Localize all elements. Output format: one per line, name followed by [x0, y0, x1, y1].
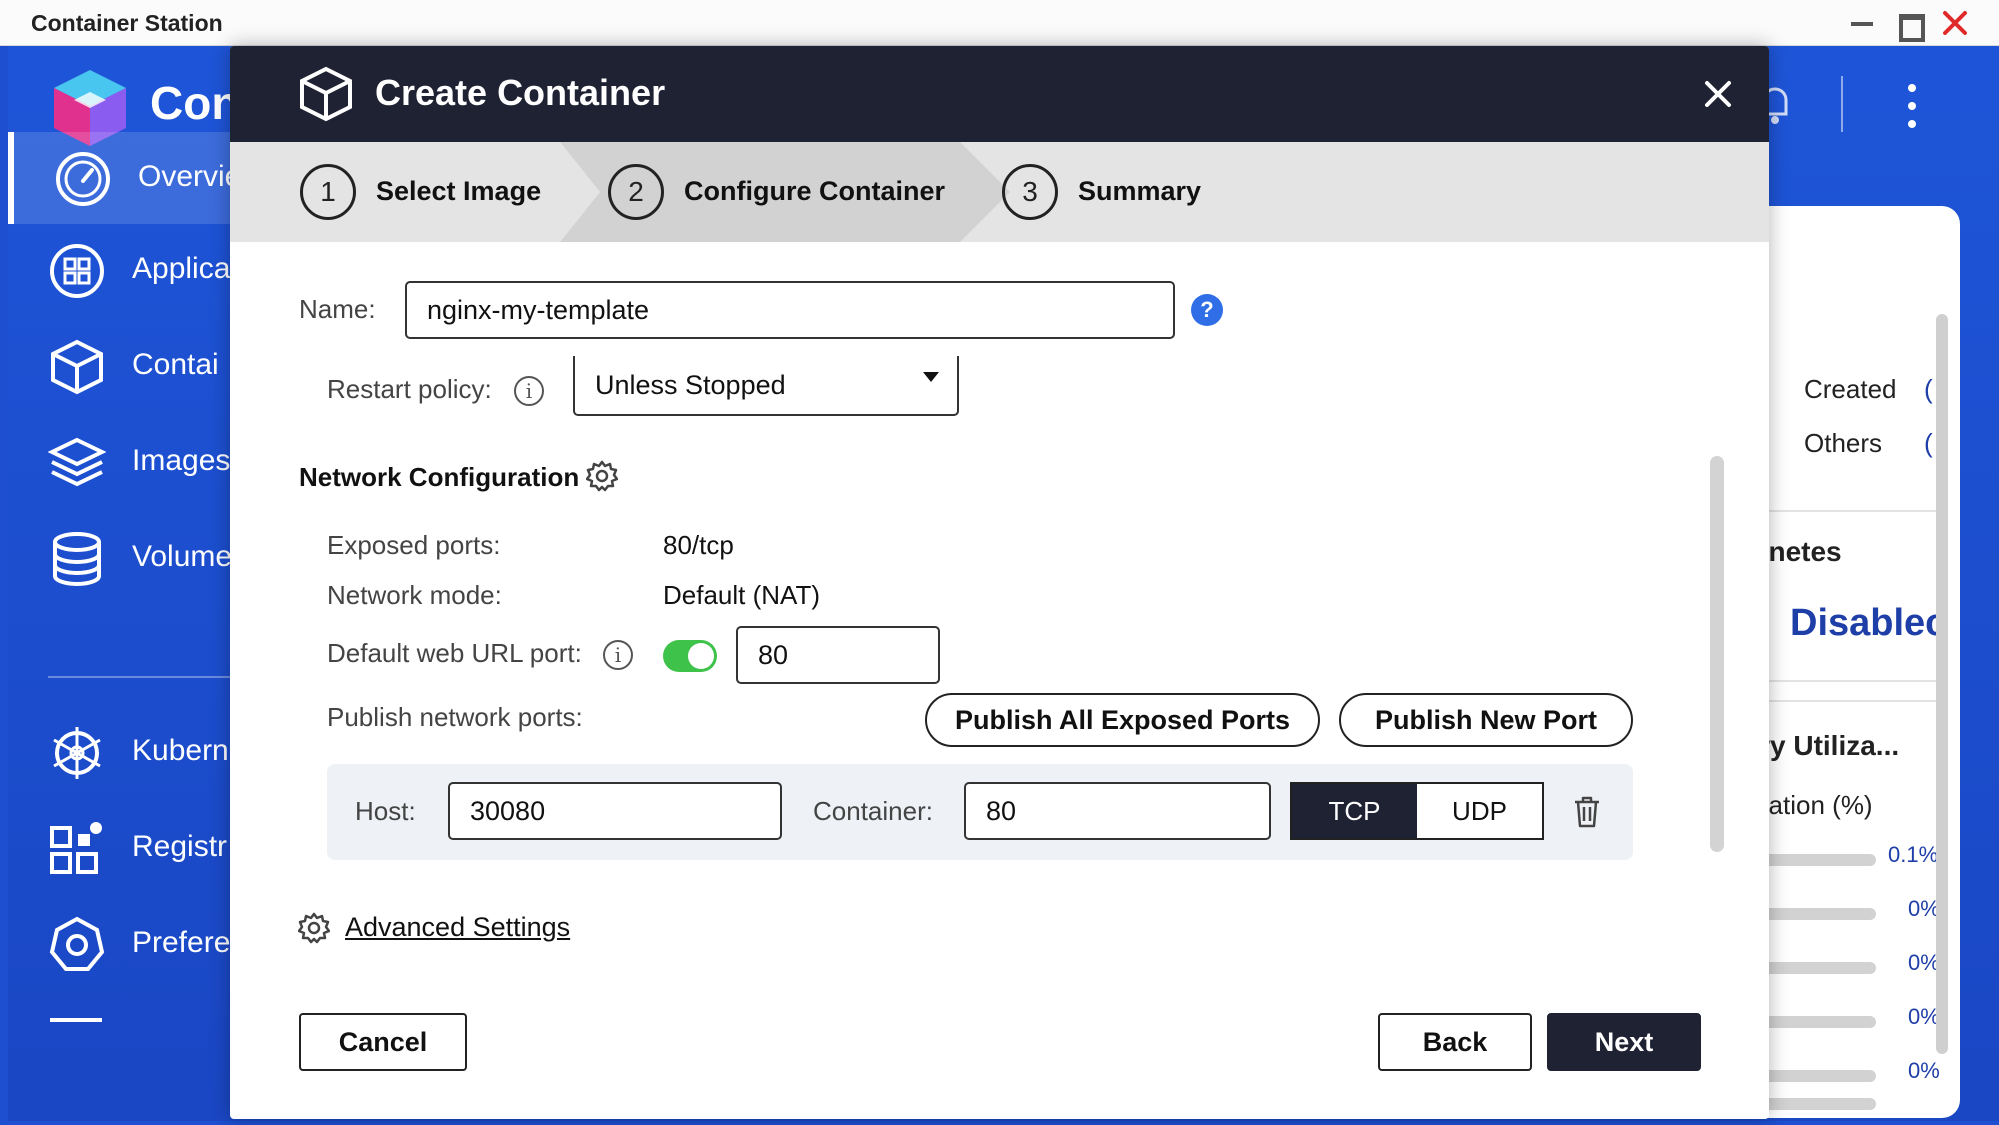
publish-new-port-button[interactable]: Publish New Port — [1339, 693, 1633, 747]
nav-item-volumes[interactable]: Volume — [8, 512, 238, 604]
container-icon — [51, 339, 103, 395]
wizard-steps: 1 Select Image 2 Configure Container 3 S… — [230, 142, 1769, 242]
nav-item-images[interactable]: Images — [8, 416, 238, 508]
advanced-settings-link[interactable]: Advanced Settings — [345, 912, 570, 943]
restart-policy-label: Restart policy: — [327, 374, 492, 404]
created-value: ( — [1924, 374, 1933, 404]
port-mapping-row: Host: 30080 Container: 80 TCP UDP — [327, 764, 1633, 860]
back-button[interactable]: Back — [1378, 1013, 1532, 1071]
divider — [1748, 700, 1938, 702]
dashboard-icon — [56, 152, 110, 206]
publish-all-exposed-ports-button[interactable]: Publish All Exposed Ports — [925, 693, 1320, 747]
web-url-port-toggle[interactable] — [663, 640, 717, 672]
app-name: Con — [150, 77, 240, 129]
kubernetes-icon — [53, 727, 101, 779]
volume-icon — [53, 532, 101, 586]
web-url-port-input[interactable]: 80 — [736, 626, 940, 684]
window-titlebar: Container Station — [0, 0, 1999, 46]
nav-item-preferences[interactable]: Prefere — [8, 898, 238, 990]
nav-label: Volume — [132, 540, 233, 573]
nav-label: Kubern — [132, 734, 229, 767]
host-label: Host: — [355, 796, 416, 826]
window-close-icon[interactable] — [1940, 8, 1970, 38]
dialog-header: Create Container — [230, 46, 1769, 142]
network-mode-value: Default (NAT) — [663, 580, 820, 610]
step-number: 2 — [608, 164, 664, 220]
more-options-icon[interactable] — [1905, 82, 1919, 130]
kubernetes-status: Disablec — [1790, 602, 1947, 644]
nav-label: Registr — [132, 830, 228, 863]
nav-item-kubernetes[interactable]: Kubern — [8, 706, 238, 798]
protocol-selector: TCP UDP — [1290, 782, 1544, 840]
publish-network-ports-label: Publish network ports: — [327, 702, 583, 732]
restart-policy-value: Unless Stopped — [595, 369, 786, 400]
nav-label: Images — [132, 444, 231, 477]
chevron-down-icon — [923, 372, 939, 382]
next-button[interactable]: Next — [1547, 1013, 1701, 1071]
restart-policy-select[interactable]: Unless Stopped — [573, 356, 959, 416]
window-title: Container Station — [31, 10, 223, 36]
tcp-button[interactable]: TCP — [1292, 784, 1417, 838]
divider — [1748, 510, 1938, 512]
udp-button[interactable]: UDP — [1417, 784, 1542, 838]
host-port-input[interactable]: 30080 — [448, 782, 782, 840]
images-icon — [48, 437, 106, 487]
nav-divider — [48, 676, 238, 678]
info-icon[interactable]: i — [514, 376, 544, 406]
network-configuration-title: Network Configuration — [299, 462, 580, 492]
cancel-button[interactable]: Cancel — [299, 1013, 467, 1071]
dialog-title: Create Container — [375, 72, 666, 113]
nav-label: Contai — [132, 348, 219, 381]
name-label: Name: — [299, 294, 376, 324]
utilization-value: 0% — [1908, 1058, 1940, 1083]
step-label: Summary — [1078, 176, 1202, 206]
help-icon[interactable]: ? — [1191, 294, 1223, 326]
created-label: Created — [1804, 374, 1897, 404]
gear-icon[interactable] — [298, 912, 330, 944]
default-web-url-port-label: Default web URL port: — [327, 638, 582, 668]
maximize-icon[interactable] — [1893, 8, 1925, 42]
toolbar-separator — [1841, 76, 1843, 132]
create-container-dialog: Create Container 1 Select Image 2 Config… — [230, 46, 1769, 1119]
dialog-scrollbar[interactable] — [1710, 456, 1724, 852]
others-value: ( — [1924, 428, 1933, 458]
trash-icon[interactable] — [1572, 795, 1602, 829]
step-number: 1 — [300, 164, 356, 220]
divider — [1748, 680, 1938, 682]
network-mode-label: Network mode: — [327, 580, 502, 610]
side-panel-scrollbar[interactable] — [1936, 314, 1948, 1054]
minimize-icon[interactable] — [1847, 8, 1877, 38]
exposed-ports-label: Exposed ports: — [327, 530, 501, 560]
memory-title: ory Utiliza... — [1748, 730, 1900, 761]
container-icon — [300, 66, 352, 122]
nav-item-registry[interactable]: Registr — [8, 802, 238, 894]
preferences-icon — [49, 916, 105, 971]
nav-label: Overvie — [138, 160, 242, 193]
utilization-value: 0.1% — [1888, 842, 1939, 867]
nav-partial-item — [50, 1018, 102, 1022]
container-port-input[interactable]: 80 — [964, 782, 1271, 840]
nav-item-overview[interactable]: Overvie — [8, 132, 242, 224]
overview-side-panel: Created ( Others ( ernetes Disablec ory … — [1748, 206, 1960, 1118]
info-icon[interactable]: i — [603, 640, 633, 670]
name-input[interactable]: nginx-my-template — [405, 281, 1175, 339]
step-label: Select Image — [376, 176, 542, 206]
gear-icon[interactable] — [586, 460, 618, 492]
step-number: 3 — [1002, 164, 1058, 220]
applications-icon — [50, 244, 104, 298]
close-icon[interactable] — [1702, 78, 1734, 110]
exposed-ports-value: 80/tcp — [663, 530, 734, 560]
nav-item-applications[interactable]: Applica — [8, 224, 238, 316]
nav-label: Prefere — [132, 926, 231, 959]
nav-item-containers[interactable]: Contai — [8, 320, 238, 412]
step-label: Configure Container — [684, 176, 945, 206]
registry-icon — [50, 822, 102, 874]
nav-label: Applica — [132, 252, 231, 285]
container-label: Container: — [813, 796, 933, 826]
others-label: Others — [1804, 428, 1883, 458]
